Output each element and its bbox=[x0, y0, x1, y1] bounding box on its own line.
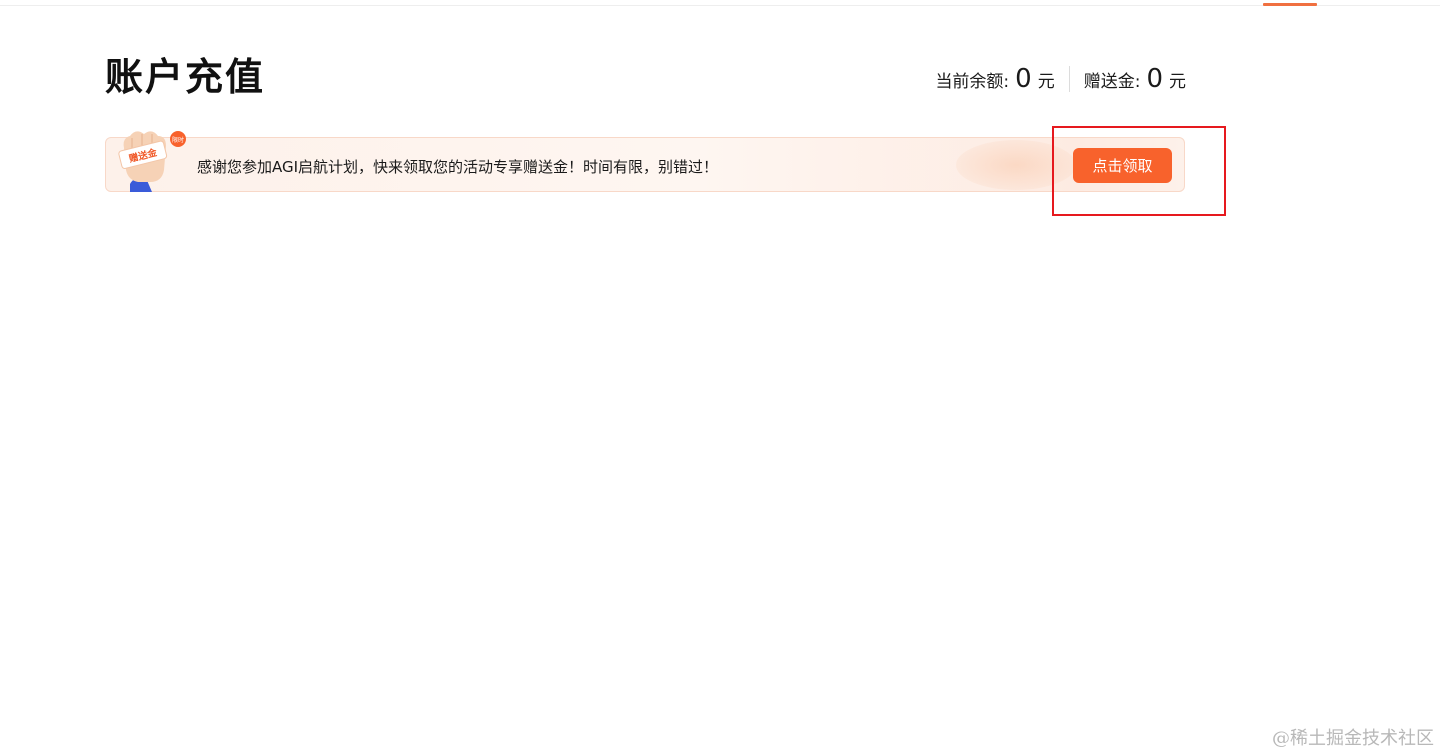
current-balance-unit: 元 bbox=[1037, 72, 1055, 92]
current-balance-label: 当前余额: bbox=[935, 72, 1010, 92]
balance-divider bbox=[1068, 66, 1070, 92]
top-divider bbox=[0, 5, 1440, 6]
active-tab-indicator bbox=[1263, 3, 1317, 6]
bonus-balance-label: 赠送金: bbox=[1083, 72, 1141, 92]
watermark: @稀土掘金技术社区 bbox=[1272, 728, 1434, 749]
balance-summary: 当前余额: 0 元 赠送金: 0 元 bbox=[935, 64, 1186, 94]
page-title: 账户充值 bbox=[105, 55, 266, 99]
current-balance-value: 0 bbox=[1015, 64, 1032, 94]
annotation-highlight-box bbox=[1052, 126, 1226, 216]
banner-message: 感谢您参加AGI启航计划，快来领取您的活动专享赠送金！时间有限，别错过！ bbox=[197, 158, 719, 176]
hand-holding-card-icon: 赠送金 限时 bbox=[118, 131, 186, 192]
recharge-page: 账户充值 当前余额: 0 元 赠送金: 0 元 赠送金 限时 感谢您参加AGI启… bbox=[0, 0, 1440, 756]
bonus-balance-unit: 元 bbox=[1169, 72, 1186, 92]
limited-time-badge: 限时 bbox=[172, 136, 184, 144]
bonus-promo-banner: 赠送金 限时 感谢您参加AGI启航计划，快来领取您的活动专享赠送金！时间有限，别… bbox=[105, 131, 1185, 192]
bonus-balance-value: 0 bbox=[1146, 64, 1163, 94]
